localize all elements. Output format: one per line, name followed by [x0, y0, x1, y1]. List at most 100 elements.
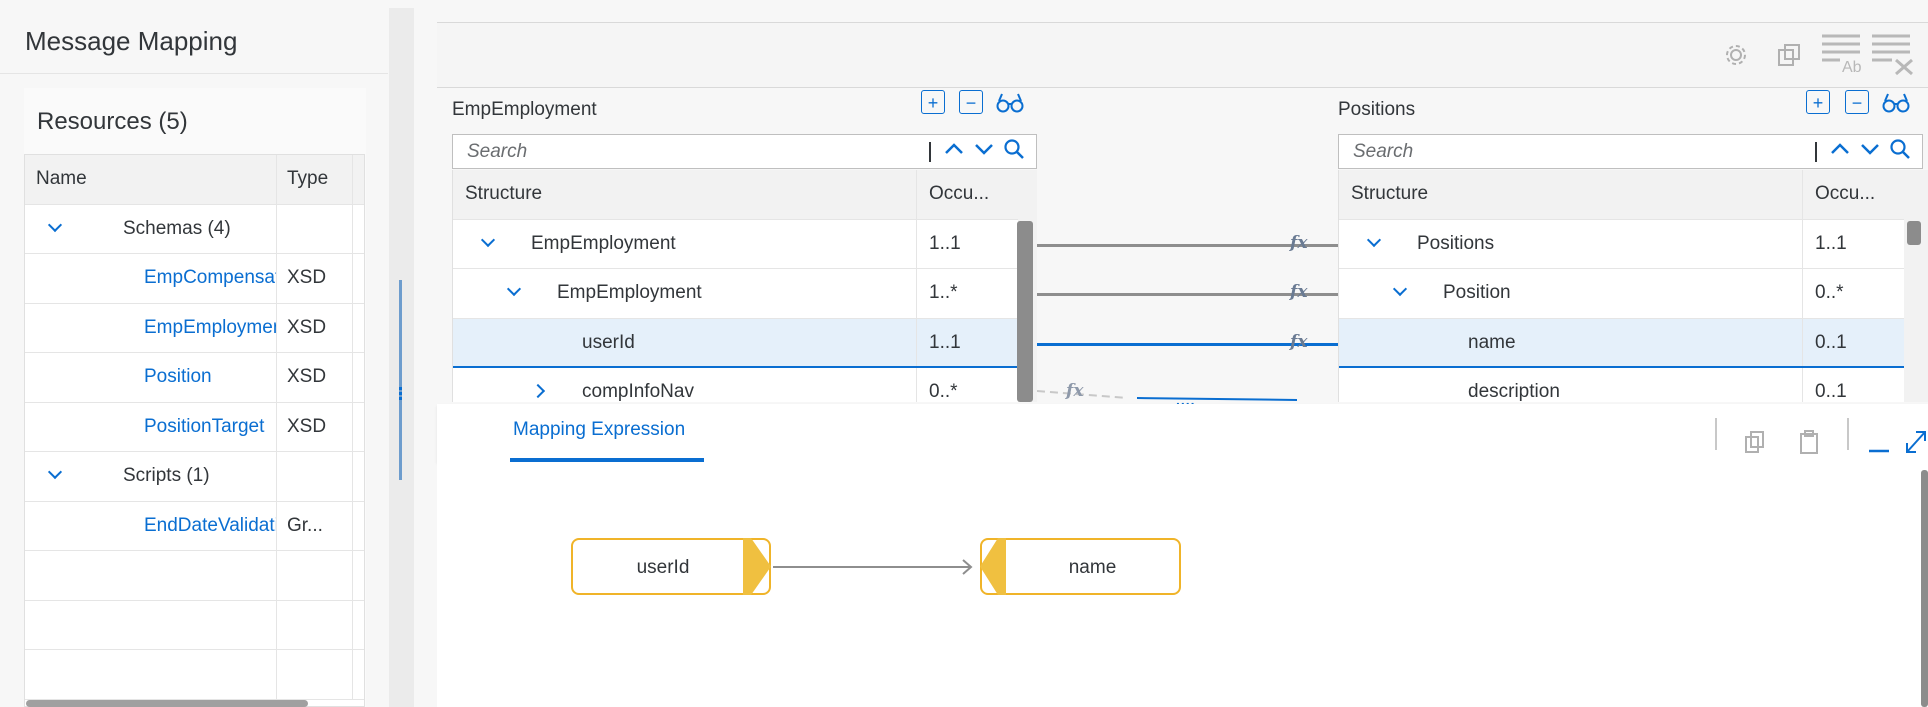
empty-row [25, 650, 364, 700]
tree-node-selected[interactable]: userId 1..1 [453, 318, 1018, 368]
function-icon[interactable]: fx [1290, 282, 1307, 302]
resource-group-label: Scripts (1) [123, 465, 210, 486]
settings-icon[interactable] [1723, 42, 1749, 68]
toolbar-separator [1715, 418, 1717, 450]
target-structure-title: Positions [1338, 99, 1416, 120]
resource-row[interactable]: EmpEmployment XSD [25, 303, 364, 353]
tree-node-label: Positions [1417, 232, 1495, 254]
target-tree-scrollbar[interactable] [1907, 221, 1921, 245]
occurrence-value: 1..1 [929, 331, 961, 353]
source-tree-header: Structure Occu... [453, 170, 1037, 220]
node-label: name [1068, 557, 1117, 578]
target-search-input[interactable] [1353, 141, 1793, 163]
empty-row [25, 551, 364, 601]
search-icon[interactable] [1001, 138, 1027, 164]
resources-table-header: Name Type [25, 155, 364, 205]
tree-node[interactable]: Positions 1..1 [1339, 219, 1904, 269]
column-header-occurrence: Occu... [929, 183, 990, 204]
resource-row[interactable]: Position XSD [25, 353, 364, 403]
resource-link[interactable]: Position [144, 366, 212, 388]
collapse-all-icon[interactable]: − [1845, 90, 1869, 114]
chevron-down-icon[interactable] [506, 281, 522, 297]
chevron-down-icon[interactable] [480, 232, 496, 247]
title-divider [0, 73, 388, 74]
copy-structure-icon[interactable] [1776, 42, 1802, 68]
text-format-icon[interactable]: Ab [1820, 30, 1862, 76]
resource-type: XSD [287, 366, 327, 387]
occurrence-value: 0..* [1815, 282, 1844, 303]
tree-node-label: EmpEmployment [557, 282, 702, 303]
expression-scrollbar[interactable] [1921, 470, 1928, 707]
maximize-icon[interactable] [1904, 429, 1928, 455]
resource-link[interactable]: EmpEmployment [144, 317, 276, 339]
resource-link[interactable]: EndDateValidation [144, 515, 276, 537]
column-header-name[interactable]: Name [36, 168, 87, 190]
tree-node-selected[interactable]: name 0..1 [1339, 318, 1904, 368]
chevron-up-icon[interactable] [1827, 138, 1853, 164]
collapse-all-icon[interactable]: − [959, 90, 983, 114]
column-header-structure: Structure [1351, 183, 1429, 204]
tree-node-label: userId [582, 331, 635, 353]
tree-node[interactable]: Position 0..* [1339, 269, 1904, 319]
chevron-down-icon[interactable] [47, 464, 63, 480]
source-search-field[interactable] [452, 134, 1037, 169]
search-icon[interactable] [1887, 138, 1913, 164]
horizontal-scrollbar[interactable] [26, 700, 308, 707]
source-structure-title: EmpEmployment [452, 99, 597, 120]
source-tree-scrollbar[interactable] [1017, 221, 1033, 402]
resource-row[interactable]: PositionTarget XSD [25, 402, 364, 452]
tree-node[interactable]: compInfoNav 0..* [453, 368, 1018, 402]
chevron-down-icon[interactable] [1857, 138, 1883, 164]
chevron-down-icon[interactable] [1392, 281, 1408, 297]
tree-node-label: compInfoNav [582, 381, 694, 402]
resource-type: XSD [287, 316, 327, 338]
svg-text:Ab: Ab [1842, 59, 1862, 76]
expand-all-icon[interactable]: + [1806, 90, 1830, 114]
clear-lines-icon[interactable] [1870, 30, 1916, 76]
minimize-icon[interactable] [1866, 429, 1892, 455]
occurrence-value: 1..1 [929, 232, 961, 254]
target-structure-tree: Structure Occu... Positions 1..1 Positio… [1338, 170, 1928, 402]
splitter-grip-icon[interactable] [398, 385, 403, 409]
expand-all-icon[interactable]: + [921, 90, 945, 114]
resource-type: XSD [287, 267, 327, 288]
empty-row [25, 600, 364, 650]
copy-icon[interactable] [1742, 429, 1768, 455]
expression-connection[interactable] [773, 558, 983, 578]
column-header-type[interactable]: Type [287, 168, 328, 190]
target-tree-scrollbar-track[interactable] [1904, 219, 1928, 402]
chevron-down-icon[interactable] [1366, 232, 1382, 247]
resource-row[interactable]: EmpCompensation XSD [25, 254, 364, 304]
output-port-icon[interactable] [743, 538, 771, 595]
node-label: userId [636, 557, 690, 578]
tab-mapping-expression[interactable]: Mapping Expression [513, 419, 685, 441]
chevron-down-icon[interactable] [971, 138, 997, 164]
source-search-input[interactable] [467, 141, 907, 163]
resource-row[interactable]: EndDateValidation Gr... [25, 501, 364, 551]
view-icon[interactable] [1882, 92, 1910, 114]
resource-group-row[interactable]: Scripts (1) [25, 452, 364, 502]
resource-link[interactable]: EmpCompensation [144, 267, 276, 289]
source-structure-tree: Structure Occu... EmpEmployment 1..1 Emp… [452, 170, 1037, 402]
function-icon[interactable]: fx [1066, 381, 1083, 401]
function-icon[interactable]: fx [1290, 233, 1307, 253]
tree-node[interactable]: EmpEmployment 1..* [453, 269, 1018, 319]
tree-node[interactable]: description 0..1 [1339, 368, 1904, 402]
source-node-userid[interactable]: userId [571, 538, 771, 595]
tree-node-label: Position [1443, 282, 1511, 303]
function-icon[interactable]: fx [1290, 332, 1307, 352]
tree-node[interactable]: EmpEmployment 1..1 [453, 219, 1018, 269]
resource-link[interactable]: PositionTarget [144, 416, 264, 438]
target-search-field[interactable] [1338, 134, 1923, 169]
occurrence-value: 0..1 [1815, 381, 1847, 402]
chevron-down-icon[interactable] [47, 217, 63, 232]
chevron-right-icon[interactable] [530, 383, 546, 399]
column-header-occurrence: Occu... [1815, 183, 1876, 204]
view-icon[interactable] [996, 92, 1024, 114]
occurrence-value: 1..1 [1815, 232, 1847, 254]
resource-group-row[interactable]: Schemas (4) [25, 204, 364, 254]
mapping-toolbar [437, 22, 1928, 88]
chevron-up-icon[interactable] [941, 138, 967, 164]
paste-icon[interactable] [1797, 429, 1823, 455]
target-node-name[interactable]: name [980, 538, 1181, 595]
